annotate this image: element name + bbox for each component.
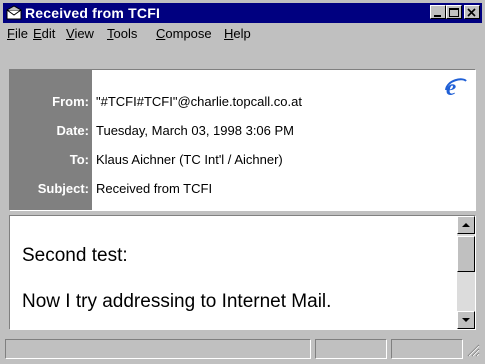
to-label: To: xyxy=(69,152,89,167)
mail-envelope-icon xyxy=(6,5,22,20)
menu-view[interactable]: View xyxy=(66,26,94,41)
body-line-2: Now I try addressing to Internet Mail. xyxy=(22,291,332,312)
scroll-thumb[interactable] xyxy=(457,236,475,272)
date-value: Tuesday, March 03, 1998 3:06 PM xyxy=(96,123,294,138)
menu-bar: File Edit View Tools Compose Help xyxy=(3,24,482,44)
status-panel-2 xyxy=(315,339,387,359)
maximize-icon xyxy=(449,8,459,17)
mail-window: Received from TCFI File Edit View Tools … xyxy=(0,0,485,364)
scroll-down-button[interactable] xyxy=(457,311,475,329)
status-bar xyxy=(3,339,482,361)
menu-compose[interactable]: Compose xyxy=(156,26,212,41)
menu-help[interactable]: Help xyxy=(224,26,251,41)
resize-grip-icon[interactable] xyxy=(466,343,480,357)
close-icon xyxy=(467,8,476,17)
close-button[interactable] xyxy=(464,5,480,19)
status-panel-3 xyxy=(391,339,463,359)
maximize-button[interactable] xyxy=(446,5,462,19)
scroll-up-button[interactable] xyxy=(457,216,475,234)
arrow-down-icon xyxy=(462,318,470,322)
window-title: Received from TCFI xyxy=(25,5,161,21)
subject-value: Received from TCFI xyxy=(96,181,213,196)
message-header: From: Date: To: Subject: "#TCFI#TCFI"@ch… xyxy=(9,69,476,211)
minimize-icon xyxy=(434,15,441,17)
header-label-panel: From: Date: To: Subject: xyxy=(10,70,92,210)
body-line-1: Second test: xyxy=(22,245,128,266)
from-value[interactable]: "#TCFI#TCFI"@charlie.topcall.co.at xyxy=(96,94,302,109)
message-body[interactable]: Second test: Now I try addressing to Int… xyxy=(9,215,476,330)
menu-tools[interactable]: Tools xyxy=(107,26,137,41)
from-label: From: xyxy=(52,94,89,109)
date-label: Date: xyxy=(56,123,89,138)
vertical-scrollbar[interactable] xyxy=(457,216,475,329)
menu-file[interactable]: File xyxy=(7,26,28,41)
arrow-up-icon xyxy=(462,223,470,227)
internet-explorer-icon[interactable]: e xyxy=(445,76,467,98)
subject-label: Subject: xyxy=(37,181,89,196)
title-bar[interactable]: Received from TCFI xyxy=(3,3,482,23)
to-value[interactable]: Klaus Aichner (TC Int'l / Aichner) xyxy=(96,152,283,167)
menu-edit[interactable]: Edit xyxy=(33,26,55,41)
minimize-button[interactable] xyxy=(430,5,446,19)
status-panel-main xyxy=(5,339,311,359)
